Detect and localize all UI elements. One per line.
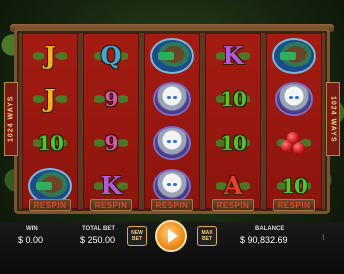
- reel-cell: 10: [206, 78, 260, 122]
- reel-5: 10 RESPIN: [266, 33, 322, 211]
- respin-button[interactable]: RESPIN: [90, 199, 132, 211]
- symbol-number: 10: [220, 130, 247, 155]
- symbol-number: 10: [220, 87, 247, 112]
- reel-cell: 10: [206, 121, 260, 165]
- reel-cell: J: [23, 78, 77, 122]
- symbol-letter: K: [100, 171, 122, 201]
- reel-cell: J: [23, 34, 77, 78]
- symbol-number: 9: [104, 130, 119, 155]
- reel-cell: K: [206, 34, 260, 78]
- win-value: $ 0.00: [18, 235, 44, 245]
- reel-cell: 10: [23, 121, 77, 165]
- settings-icon[interactable]: ⁝: [322, 234, 330, 242]
- reel-cell: [145, 34, 199, 78]
- respin-button[interactable]: RESPIN: [212, 199, 254, 211]
- respin-button[interactable]: RESPIN: [29, 199, 71, 211]
- reel-cell: Q: [84, 34, 138, 78]
- reel-cell: [267, 121, 321, 165]
- respin-button[interactable]: RESPIN: [273, 199, 315, 211]
- reel-cell: 9: [84, 78, 138, 122]
- total-bet-label: TOTAL BET: [82, 226, 115, 232]
- symbol-number: 10: [281, 174, 308, 199]
- reel-cell: [145, 78, 199, 122]
- white-tiger-icon: [275, 82, 313, 117]
- ways-banner-left: 1024 WAYS: [4, 82, 18, 156]
- win-label: WIN: [26, 226, 38, 232]
- reel-1: J J 10 RESPIN: [22, 33, 78, 211]
- reel-cell: 9: [84, 121, 138, 165]
- balance-value: $ 90,832.69: [240, 235, 288, 245]
- white-tiger-icon: [153, 125, 191, 160]
- deer-wild-icon: [272, 37, 316, 74]
- balance-label: BALANCE: [255, 226, 285, 232]
- symbol-letter: A: [223, 171, 243, 201]
- symbol-letter: Q: [100, 40, 122, 70]
- symbol-number: 9: [104, 87, 119, 112]
- symbol-letter: J: [44, 40, 56, 70]
- symbol-letter: J: [44, 84, 56, 114]
- deer-wild-icon: [150, 37, 194, 74]
- ways-banner-right: 1024 WAYS: [326, 82, 340, 156]
- respin-button[interactable]: RESPIN: [151, 199, 193, 211]
- spin-button[interactable]: [155, 220, 187, 252]
- white-tiger-icon: [153, 82, 191, 117]
- reel-cell: [267, 34, 321, 78]
- symbol-number: 10: [37, 130, 64, 155]
- reel-cell: [267, 78, 321, 122]
- new-bet-button[interactable]: NEW BET: [127, 226, 147, 246]
- max-bet-button[interactable]: MAX BET: [197, 226, 217, 246]
- reel-2: Q 9 9 K RESPIN: [83, 33, 139, 211]
- reels-grid: J J 10 RESPIN Q 9 9 K RESPIN RESPIN K 10 10 A RESPIN 10…: [22, 33, 322, 211]
- total-bet-value: $ 250.00: [80, 235, 116, 245]
- reel-4: K 10 10 A RESPIN: [205, 33, 261, 211]
- reel-cell: [145, 121, 199, 165]
- reel-3: RESPIN: [144, 33, 200, 211]
- symbol-letter: K: [222, 40, 244, 70]
- play-icon: [167, 229, 178, 243]
- cherry-icon: [277, 130, 311, 156]
